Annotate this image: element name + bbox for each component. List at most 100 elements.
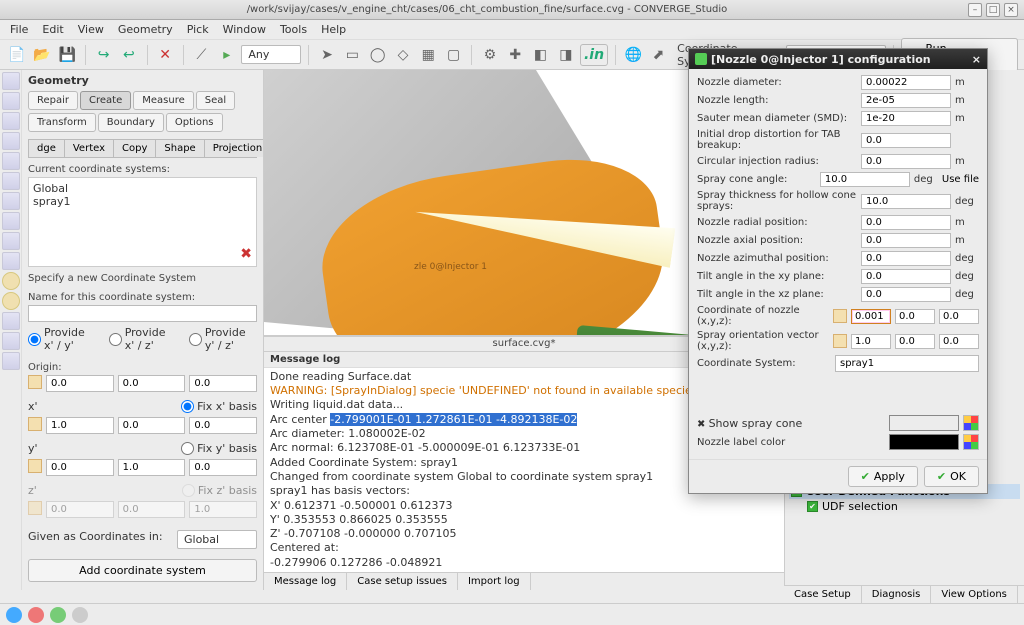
dialog-row-input-10[interactable] bbox=[861, 269, 951, 284]
boundary-button[interactable]: Boundary bbox=[98, 113, 164, 132]
pick-vec-icon[interactable] bbox=[833, 334, 847, 348]
rail-icon-14[interactable] bbox=[2, 332, 20, 350]
dialog-row-input-6[interactable] bbox=[861, 194, 951, 209]
x-0[interactable] bbox=[46, 417, 114, 434]
color-picker-icon[interactable] bbox=[963, 434, 979, 450]
dialog-row-input-0[interactable] bbox=[861, 75, 951, 90]
menu-pick[interactable]: Pick bbox=[181, 21, 215, 38]
dialog-row-input-11[interactable] bbox=[861, 287, 951, 302]
menu-view[interactable]: View bbox=[72, 21, 110, 38]
y-2[interactable] bbox=[189, 459, 257, 476]
tab-view-options[interactable]: View Options bbox=[931, 586, 1018, 603]
measure-icon[interactable]: ⟋ bbox=[191, 44, 212, 66]
origin-z[interactable] bbox=[189, 375, 257, 392]
y-0[interactable] bbox=[46, 459, 114, 476]
radio-xy[interactable]: Provide x' / y' bbox=[28, 326, 97, 352]
dialog-row-input-9[interactable] bbox=[861, 251, 951, 266]
radio-yz[interactable]: Provide y' / z' bbox=[189, 326, 257, 352]
tab-copy[interactable]: Copy bbox=[113, 139, 156, 157]
close-button[interactable]: × bbox=[1004, 3, 1018, 17]
add-coordinate-button[interactable]: Add coordinate system bbox=[28, 559, 257, 582]
delete-coord-icon[interactable]: ✖ bbox=[240, 246, 252, 262]
menu-geometry[interactable]: Geometry bbox=[112, 21, 179, 38]
maximize-button[interactable]: □ bbox=[986, 3, 1000, 17]
seal-button[interactable]: Seal bbox=[196, 91, 235, 110]
import-icon[interactable]: ↪ bbox=[93, 44, 114, 66]
pick-y-icon[interactable] bbox=[28, 459, 42, 473]
box-icon[interactable]: ▢ bbox=[443, 44, 464, 66]
rail-icon-3[interactable] bbox=[2, 112, 20, 130]
rail-icon-10[interactable] bbox=[2, 252, 20, 270]
rail-icon-13[interactable] bbox=[2, 312, 20, 330]
any-select[interactable]: Any bbox=[241, 45, 301, 64]
nozzle-y-input[interactable] bbox=[895, 309, 935, 324]
pointer-icon[interactable]: ➤ bbox=[316, 44, 337, 66]
menu-tools[interactable]: Tools bbox=[274, 21, 313, 38]
rail-icon-1[interactable] bbox=[2, 72, 20, 90]
taskbar-icon-3[interactable] bbox=[50, 607, 66, 623]
ok-button[interactable]: ✔OK bbox=[924, 466, 979, 487]
delete-icon[interactable]: ✕ bbox=[155, 44, 176, 66]
origin-x[interactable] bbox=[46, 375, 114, 392]
vec-z-input[interactable] bbox=[939, 334, 979, 349]
dialog-row-input-3[interactable] bbox=[861, 133, 951, 148]
rail-icon-7[interactable] bbox=[2, 192, 20, 210]
pick-nozzle-icon[interactable] bbox=[833, 309, 847, 323]
transform-button[interactable]: Transform bbox=[28, 113, 96, 132]
tab-case-issues[interactable]: Case setup issues bbox=[347, 573, 458, 590]
vec-y-input[interactable] bbox=[895, 334, 935, 349]
apply-button[interactable]: ✔Apply bbox=[848, 466, 918, 487]
rail-icon-8[interactable] bbox=[2, 212, 20, 230]
measure-button[interactable]: Measure bbox=[133, 91, 194, 110]
export-icon[interactable]: ↩ bbox=[118, 44, 139, 66]
new-icon[interactable]: 📄 bbox=[6, 44, 27, 66]
show-cone-check[interactable]: ✖ Show spray cone bbox=[697, 417, 885, 430]
open-icon[interactable]: 📂 bbox=[31, 44, 52, 66]
repair-button[interactable]: Repair bbox=[28, 91, 78, 110]
label-color-swatch[interactable] bbox=[889, 434, 959, 450]
rail-icon-12[interactable] bbox=[2, 292, 20, 310]
minimize-button[interactable]: – bbox=[968, 3, 982, 17]
x-1[interactable] bbox=[118, 417, 186, 434]
tab-edge[interactable]: dge bbox=[28, 139, 65, 157]
rail-icon-6[interactable] bbox=[2, 172, 20, 190]
tab-projection[interactable]: Projection bbox=[204, 139, 264, 157]
dialog-titlebar[interactable]: [Nozzle 0@Injector 1] configuration × bbox=[689, 49, 987, 69]
dialog-row-input-5[interactable] bbox=[820, 172, 910, 187]
tab-case-setup[interactable]: Case Setup bbox=[784, 586, 862, 603]
options-button[interactable]: Options bbox=[166, 113, 223, 132]
rail-icon-4[interactable] bbox=[2, 132, 20, 150]
vec-x-input[interactable] bbox=[851, 334, 891, 349]
save-icon[interactable]: 💾 bbox=[57, 44, 78, 66]
dialog-row-input-4[interactable] bbox=[861, 154, 951, 169]
dialog-row-input-1[interactable] bbox=[861, 93, 951, 108]
menu-edit[interactable]: Edit bbox=[36, 21, 69, 38]
globe-icon[interactable]: 🌐 bbox=[623, 44, 644, 66]
fix-y-radio[interactable]: Fix y' basis bbox=[181, 442, 257, 455]
slice-icon[interactable]: ◨ bbox=[555, 44, 576, 66]
taskbar-icon-2[interactable] bbox=[28, 607, 44, 623]
menu-file[interactable]: File bbox=[4, 21, 34, 38]
in-button[interactable]: .in bbox=[580, 44, 607, 66]
rail-icon-15[interactable] bbox=[2, 352, 20, 370]
menu-help[interactable]: Help bbox=[315, 21, 352, 38]
gear-icon[interactable]: ⚙ bbox=[479, 44, 500, 66]
coord-name-input[interactable] bbox=[28, 305, 257, 322]
rail-icon-11[interactable] bbox=[2, 272, 20, 290]
cone-color-swatch[interactable] bbox=[889, 415, 959, 431]
radio-xz[interactable]: Provide x' / z' bbox=[109, 326, 177, 352]
menu-window[interactable]: Window bbox=[217, 21, 272, 38]
play-icon[interactable]: ▸ bbox=[216, 44, 237, 66]
x-2[interactable] bbox=[189, 417, 257, 434]
nozzle-x-input[interactable] bbox=[851, 309, 891, 324]
tab-message-log[interactable]: Message log bbox=[264, 573, 347, 590]
dialog-row-input-7[interactable] bbox=[861, 215, 951, 230]
tab-import-log[interactable]: Import log bbox=[458, 573, 531, 590]
list-item[interactable]: spray1 bbox=[33, 195, 252, 208]
taskbar-icon-1[interactable] bbox=[6, 607, 22, 623]
puzzle-icon[interactable]: ✚ bbox=[505, 44, 526, 66]
lasso-icon[interactable]: ◇ bbox=[392, 44, 413, 66]
use-file-link[interactable]: Use file bbox=[942, 174, 979, 185]
coord-systems-list[interactable]: Global spray1 ✖ bbox=[28, 177, 257, 267]
tab-shape[interactable]: Shape bbox=[155, 139, 204, 157]
